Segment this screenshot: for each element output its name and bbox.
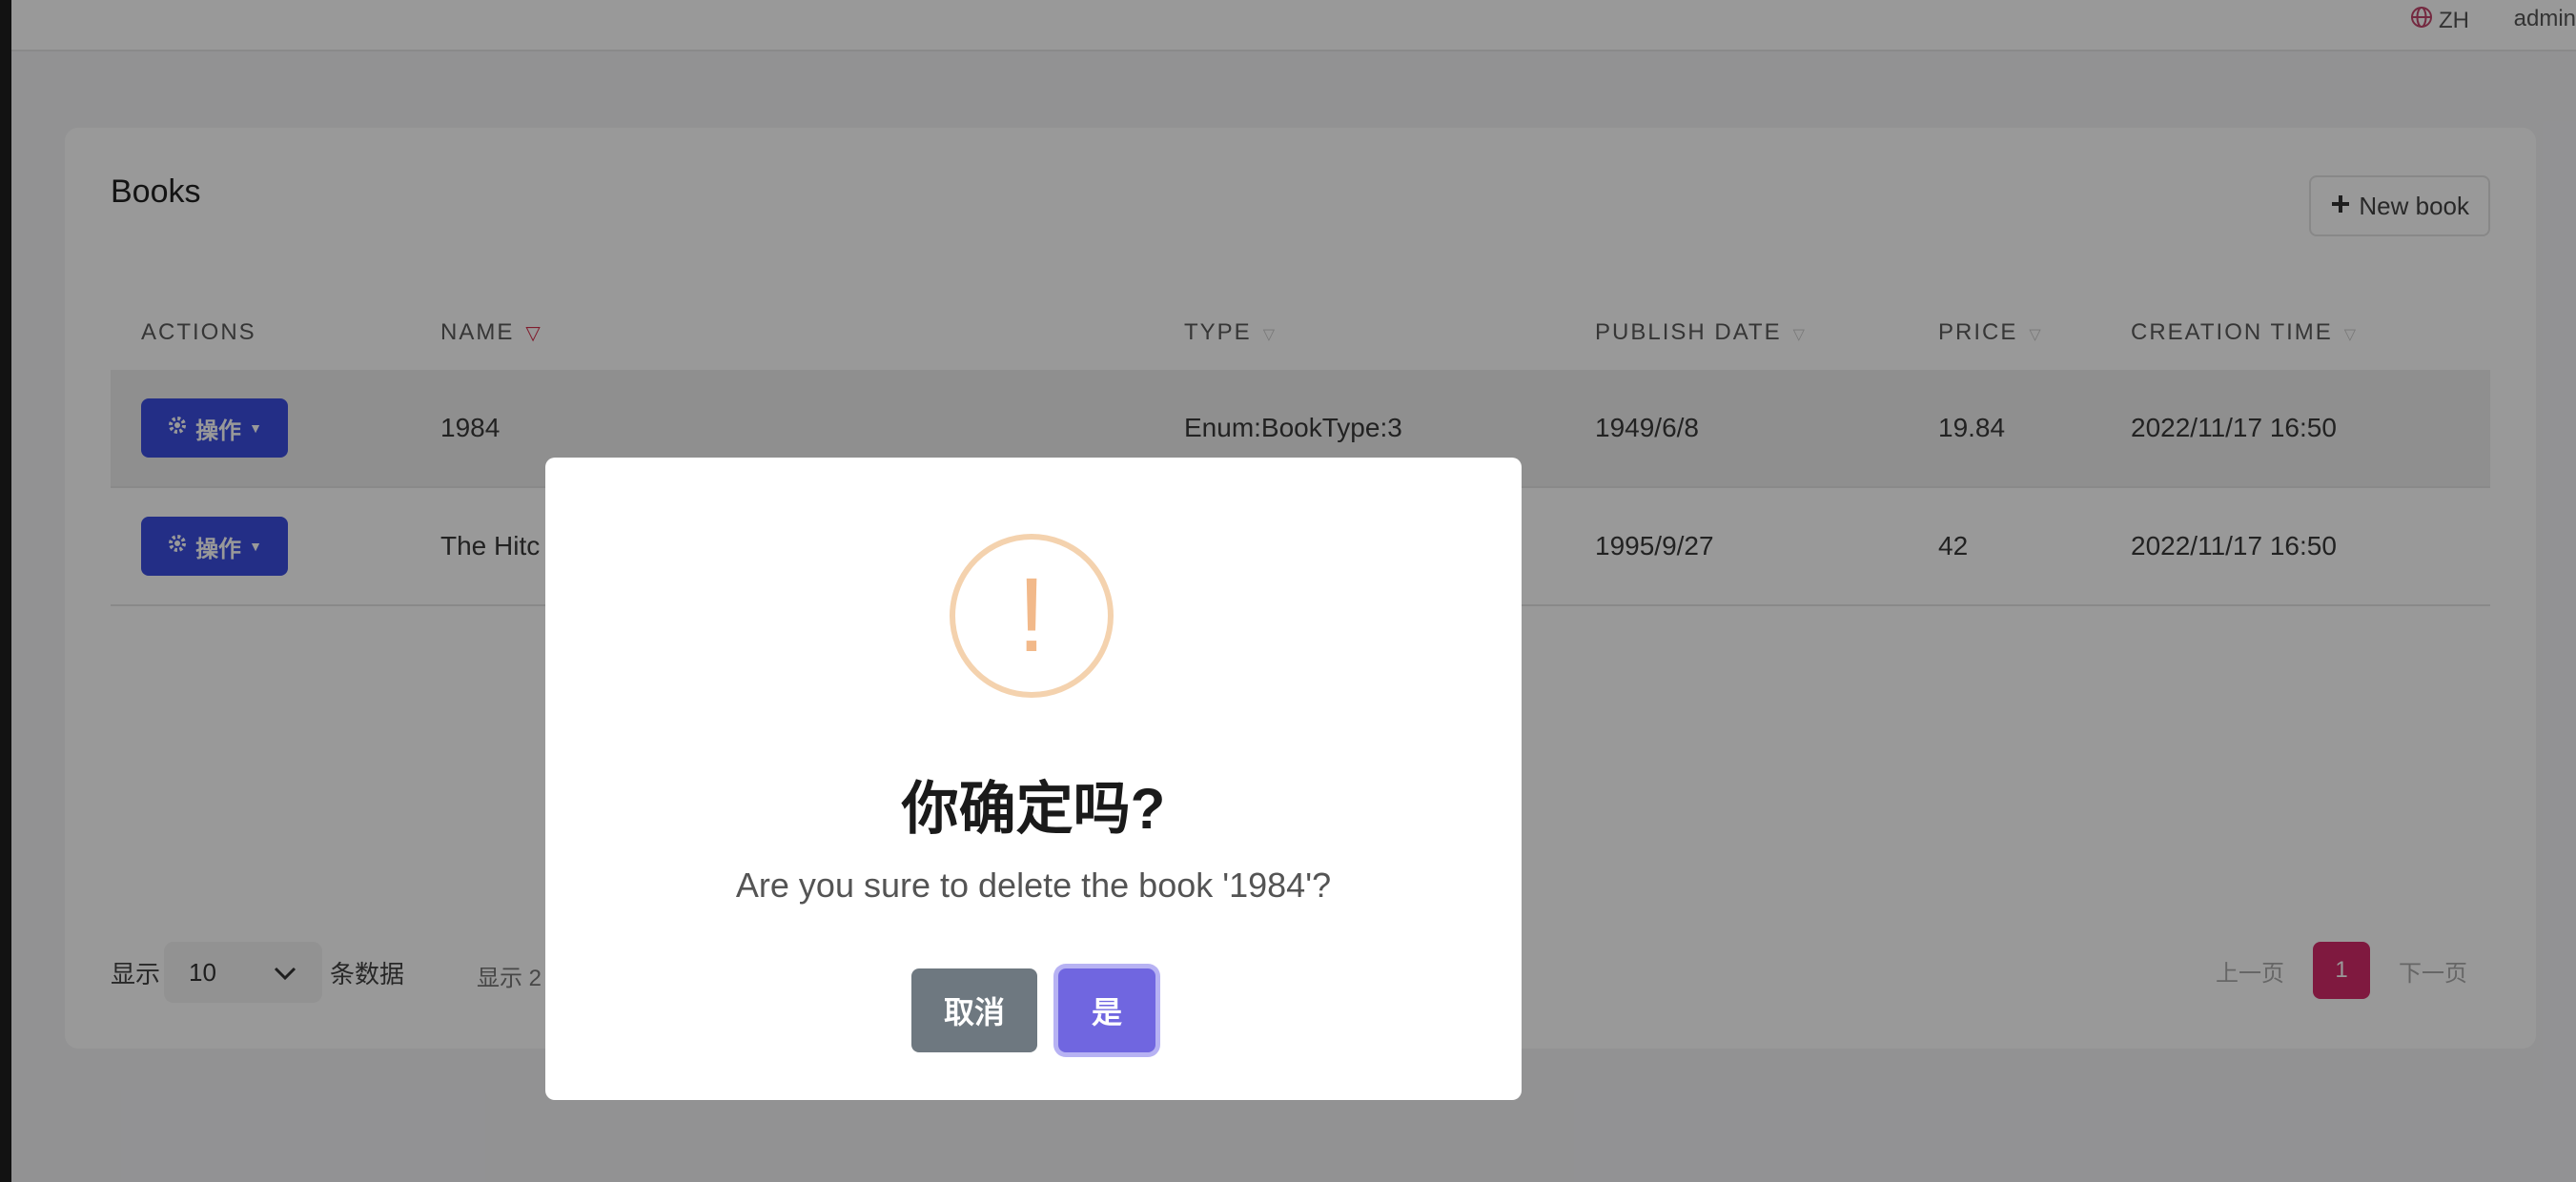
dialog-message: Are you sure to delete the book '1984'? (735, 866, 1332, 905)
cancel-button[interactable]: 取消 (911, 968, 1037, 1052)
warning-icon: ! (950, 534, 1114, 698)
confirm-dialog: ! 你确定吗? Are you sure to delete the book … (545, 458, 1522, 1100)
confirm-button[interactable]: 是 (1058, 968, 1155, 1052)
dialog-title: 你确定吗? (901, 777, 1166, 841)
